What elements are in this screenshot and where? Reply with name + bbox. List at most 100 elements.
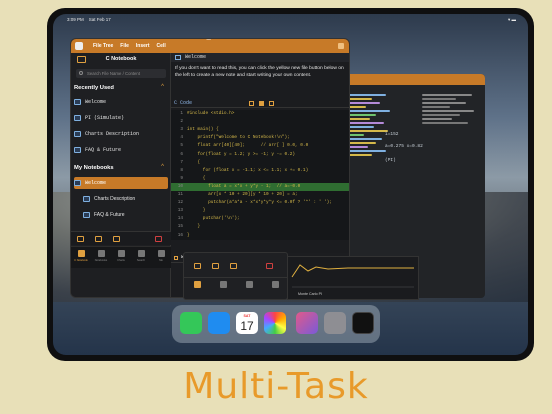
background-output-line: (PI)	[385, 158, 396, 163]
code-editor[interactable]: 1 #include <stdio.h> 2 3 int main() {4 print…	[171, 110, 349, 240]
new-folder-icon[interactable]	[77, 236, 84, 242]
code-text: float a = x*x + y*y - 1; // a=-0.0	[187, 183, 301, 189]
notebook-icon	[83, 212, 90, 218]
secondary-tab-bar	[184, 277, 288, 299]
line-number: 16	[177, 232, 183, 238]
notebook-item-faq[interactable]: FAQ & Future	[83, 209, 168, 221]
notebook-tab-icon	[77, 250, 85, 257]
stop-cell-icon[interactable]	[259, 101, 264, 106]
trash-icon[interactable]	[155, 236, 162, 242]
notebook-icon	[83, 196, 90, 202]
my-notebooks-header[interactable]: My Notebooks	[74, 165, 114, 171]
settings-icon[interactable]	[324, 312, 346, 334]
c-notebook-app-icon[interactable]	[352, 312, 374, 334]
code-cell-header: C Code	[171, 99, 349, 108]
calendar-icon[interactable]: SAT 17	[236, 312, 258, 334]
tab-charts[interactable]	[236, 278, 262, 299]
code-text: putchar(a*a*a - x*x*y*y*y <= 0.0f ? '*' …	[187, 200, 332, 206]
chevron-up-icon[interactable]: ^	[161, 84, 164, 90]
recently-used-header[interactable]: Recently Used	[74, 85, 114, 91]
code-text: float arr[40][40]; // arr[ ] 0.0, 0.0	[187, 143, 309, 149]
code-language-label: C Code	[174, 100, 193, 106]
notebook-item-charts[interactable]: Charts Description	[83, 193, 168, 205]
tab-c-notebook[interactable]: C Notebook	[71, 247, 91, 268]
background-output-line: a=0.275 x=0.82	[385, 144, 423, 149]
menu-insert[interactable]: Insert	[136, 43, 150, 49]
code-text: for(float y = 1.2; y >= -1; y -= 0.2)	[187, 151, 296, 157]
code-text: int main() {	[187, 127, 219, 133]
menu-cell[interactable]: Cell	[157, 43, 166, 49]
tab-bar: C Notebook Notebooks Charts Search Me	[71, 246, 171, 268]
console-icon	[174, 256, 178, 260]
dock: SAT 17	[172, 305, 380, 343]
person-tab-icon	[157, 250, 165, 257]
welcome-message: If you don't want to read this, you can …	[175, 66, 344, 78]
menu-bar: File Tree File Insert Cell •••	[71, 39, 349, 53]
notebook-icon	[74, 99, 81, 105]
code-text: printf("Welcome to C Notebook!\n");	[187, 135, 290, 141]
code-text: {	[187, 175, 206, 181]
window-handle-icon[interactable]: •••	[206, 39, 211, 43]
code-text: putchar('\n');	[187, 216, 240, 222]
chart-tab-icon	[117, 250, 125, 257]
app-icon[interactable]	[75, 42, 83, 50]
safari-icon[interactable]	[208, 312, 230, 334]
code-text: for (float x = -1.1; x <= 1.1; x += 0.1)	[187, 167, 309, 173]
chart-window[interactable]: Monte Carlo PI	[287, 256, 419, 300]
import-icon[interactable]	[230, 263, 237, 269]
stop-icon[interactable]	[338, 43, 344, 49]
secondary-toolbar	[184, 259, 288, 271]
code-text: #include <stdio.h>	[187, 111, 235, 116]
photos-icon[interactable]	[264, 312, 286, 334]
chart-label: Monte Carlo PI	[298, 292, 322, 296]
copy-cell-icon[interactable]	[269, 101, 274, 106]
code-text: }	[187, 224, 201, 230]
search-placeholder: Search File Name / Content	[87, 71, 141, 76]
notebook-icon	[74, 147, 81, 153]
tab-me[interactable]: Me	[151, 247, 171, 268]
search-input[interactable]: Search File Name / Content	[76, 69, 166, 78]
editor-file-header: Welcome	[171, 53, 349, 62]
notebook-item-welcome[interactable]: Welcome	[74, 177, 168, 189]
tab-notebooks[interactable]: Notebooks	[91, 247, 111, 268]
import-icon[interactable]	[113, 236, 120, 242]
secondary-window[interactable]	[183, 252, 288, 300]
status-time: 3:09 PM	[67, 17, 84, 22]
recent-item-faq[interactable]: FAQ & Future	[74, 144, 168, 156]
tab-charts[interactable]: Charts	[111, 247, 131, 268]
shortcuts-icon[interactable]	[296, 312, 318, 334]
menu-file-tree[interactable]: File Tree	[93, 43, 113, 49]
chart-line	[291, 264, 414, 278]
calendar-date: 17	[240, 319, 254, 333]
code-text: {	[187, 159, 201, 165]
code-text: arr[x * 10 + 20][y * 10 + 20] = a;	[187, 192, 298, 197]
recent-item-charts[interactable]: Charts Description	[74, 128, 168, 140]
notebook-icon	[74, 180, 81, 186]
status-date: Sat Feb 17	[88, 17, 111, 22]
notebook-icon	[74, 115, 81, 121]
editor-file-title: Welcome	[185, 54, 207, 60]
run-cell-icon[interactable]	[249, 101, 254, 106]
tab-notebooks[interactable]	[210, 278, 236, 299]
new-file-icon[interactable]	[95, 236, 102, 242]
status-bar: 3:09 PM Sat Feb 17	[67, 17, 111, 22]
recent-item-welcome[interactable]: Welcome	[74, 96, 168, 108]
recent-item-pi[interactable]: PI (Simulate)	[74, 112, 168, 124]
new-folder-icon[interactable]	[194, 263, 201, 269]
menu-file[interactable]: File	[120, 43, 129, 49]
code-line[interactable]: 16}	[171, 232, 349, 240]
sidebar-title: C Notebook	[105, 56, 137, 62]
tab-search[interactable]: Search	[131, 247, 151, 268]
folder-tab-icon	[97, 250, 105, 257]
search-icon	[79, 71, 83, 75]
tab-me[interactable]	[262, 278, 288, 299]
search-tab-icon	[137, 250, 145, 257]
calendar-weekday: SAT	[243, 314, 251, 318]
code-text: }	[187, 208, 206, 214]
trash-icon[interactable]	[266, 263, 273, 269]
tab-c-notebook[interactable]	[184, 278, 210, 299]
new-file-icon[interactable]	[212, 263, 219, 269]
messages-icon[interactable]	[180, 312, 202, 334]
chevron-up-icon[interactable]: ^	[161, 164, 164, 170]
background-output-line: i=152	[385, 132, 399, 137]
